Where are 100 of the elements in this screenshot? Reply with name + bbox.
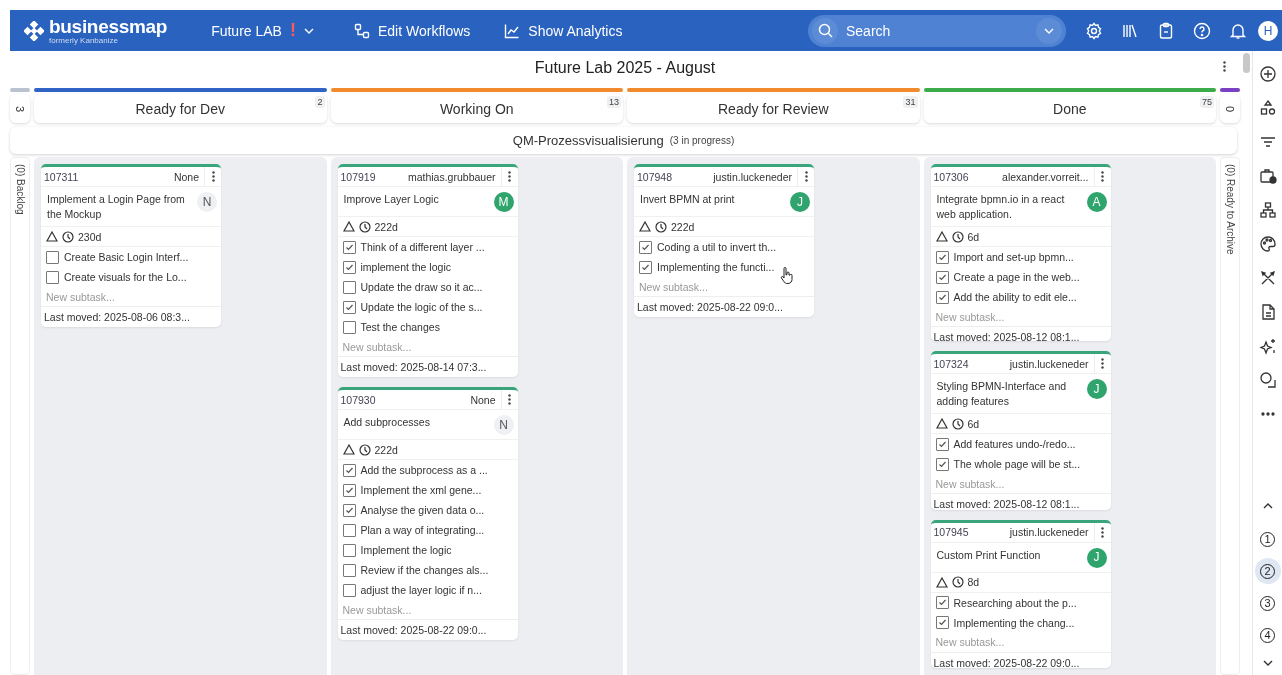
checkbox[interactable] xyxy=(46,250,59,264)
subtask-text: Update the draw so it ac... xyxy=(360,281,483,293)
last-moved-text: Last moved: 2025-08-22 09:0... xyxy=(637,301,783,313)
assignee-avatar: N xyxy=(493,415,514,435)
scrollbar-thumb[interactable] xyxy=(1243,53,1250,73)
column-count: 13 xyxy=(607,96,621,108)
last-moved-text: Last moved: 2025-08-14 07:3... xyxy=(340,361,487,373)
card-title: Invert BPMN at print xyxy=(640,192,735,207)
workflow-icon xyxy=(353,22,370,39)
checkbox[interactable] xyxy=(342,320,356,334)
triangle-icon xyxy=(639,221,651,232)
checkbox[interactable] xyxy=(342,583,356,597)
checkbox[interactable] xyxy=(935,616,949,630)
kebab-menu-icon[interactable] xyxy=(1223,61,1226,72)
new-subtask-field[interactable]: New subtask... xyxy=(935,310,1005,323)
last-moved-text: Last moved: 2025-08-22 09:0... xyxy=(933,656,1080,668)
checkbox[interactable] xyxy=(342,463,356,477)
column-title: Done xyxy=(1053,100,1087,117)
checkbox[interactable] xyxy=(342,563,356,577)
clock-icon xyxy=(62,230,74,243)
subtask-text: adjust the layer logic if n... xyxy=(360,584,482,596)
subtask-text: Implementing the functi... xyxy=(657,261,775,273)
checkbox[interactable] xyxy=(935,250,949,264)
column-count: 75 xyxy=(1200,96,1214,108)
checkbox[interactable] xyxy=(342,260,356,274)
card-id: 107948 xyxy=(637,170,673,183)
logo-tagline: formerly Kanbanize xyxy=(49,36,118,45)
card-id: 107311 xyxy=(44,170,79,183)
card-owner: None xyxy=(469,393,497,406)
check-icon xyxy=(936,459,948,470)
subtask-text: Implementing the chang... xyxy=(953,616,1075,629)
checkbox[interactable] xyxy=(935,270,949,284)
page-number-button[interactable]: 3 xyxy=(1254,590,1281,616)
chevron-down-icon[interactable] xyxy=(303,27,314,34)
card-id: 107930 xyxy=(340,393,376,406)
subtask-text: Create Basic Login Interf... xyxy=(64,251,189,263)
new-subtask-field[interactable]: New subtask... xyxy=(935,636,1005,649)
search-input[interactable]: Search xyxy=(838,22,1036,39)
card-title: Implement a Login Page from the Mockup xyxy=(47,192,186,222)
subtask-text: Create a page in the web... xyxy=(953,271,1080,283)
swimlane-header[interactable]: QM-Prozessvisualisierung (3 in progress) xyxy=(10,127,1237,154)
checkbox[interactable] xyxy=(342,523,356,537)
card-age: 222d xyxy=(374,220,398,233)
new-subtask-field[interactable]: New subtask... xyxy=(46,290,115,303)
checkbox[interactable] xyxy=(342,503,356,517)
checkbox[interactable] xyxy=(935,290,949,304)
page-number-button[interactable]: 1 xyxy=(1254,526,1281,552)
card-age: 222d xyxy=(374,443,398,456)
subtask-text: Add the subprocess as a ... xyxy=(360,464,488,476)
card-owner: justin.luckeneder xyxy=(1008,526,1090,539)
card-id: 107306 xyxy=(933,170,969,183)
checkbox[interactable] xyxy=(639,240,652,254)
assignee-avatar: M xyxy=(493,192,514,212)
card-id: 107945 xyxy=(933,526,969,539)
card-age: 6d xyxy=(967,230,980,243)
triangle-icon xyxy=(935,231,948,242)
checkbox[interactable] xyxy=(935,458,949,471)
swimlane-note: (3 in progress) xyxy=(669,135,735,146)
checkbox[interactable] xyxy=(46,270,59,284)
triangle-icon xyxy=(342,221,355,232)
clock-icon xyxy=(951,418,964,430)
assignee-avatar: A xyxy=(1086,192,1107,212)
subtask-text: Update the logic of the s... xyxy=(360,301,483,313)
new-subtask-field[interactable]: New subtask... xyxy=(935,478,1005,490)
checkbox[interactable] xyxy=(342,240,356,254)
page-number-button[interactable]: 4 xyxy=(1254,622,1281,648)
new-subtask-field[interactable]: New subtask... xyxy=(342,340,412,353)
checkbox[interactable] xyxy=(342,483,356,497)
checkbox[interactable] xyxy=(935,438,949,451)
card-title: Styling BPMN-Interface and adding features xyxy=(936,379,1068,410)
subtask-text: Add the ability to edit ele... xyxy=(953,291,1077,303)
card-owner: None xyxy=(172,170,200,183)
last-moved-text: Last moved: 2025-08-12 08:1... xyxy=(933,331,1080,342)
analytics-button[interactable]: Show Analytics xyxy=(504,22,623,39)
column-title: Ready for Review xyxy=(718,100,829,117)
subtask-text: Plan a way of integrating... xyxy=(360,524,485,536)
card-age: 222d xyxy=(671,220,695,233)
column-count: 3 xyxy=(14,105,26,112)
workflow-button[interactable]: Edit Workflows xyxy=(353,22,471,39)
card-owner: justin.luckeneder xyxy=(712,170,793,183)
check-icon xyxy=(936,439,948,450)
board-title: Future Lab 2025 - August xyxy=(534,59,716,77)
collapsed-column-label: (0) Backlog xyxy=(14,164,26,215)
new-subtask-field[interactable]: New subtask... xyxy=(342,603,412,616)
card-id: 107324 xyxy=(933,358,969,370)
search-icon xyxy=(812,17,838,44)
checkbox[interactable] xyxy=(935,596,949,610)
checkbox[interactable] xyxy=(342,280,356,294)
page-number-button[interactable]: 2 xyxy=(1254,558,1281,584)
checkbox[interactable] xyxy=(342,543,356,557)
clock-icon xyxy=(951,576,964,589)
subtask-text: Coding a util to invert th... xyxy=(657,241,777,253)
assignee-avatar: N xyxy=(197,192,217,212)
new-subtask-field[interactable]: New subtask... xyxy=(639,280,708,293)
assignee-avatar: J xyxy=(1086,547,1107,568)
checkbox[interactable] xyxy=(639,260,652,274)
search-bar[interactable]: Search xyxy=(808,14,1066,47)
checkbox[interactable] xyxy=(342,300,356,314)
subtask-text: Implement the xml gene... xyxy=(360,484,482,496)
subtask-text: Create visuals for the Lo... xyxy=(64,271,187,283)
